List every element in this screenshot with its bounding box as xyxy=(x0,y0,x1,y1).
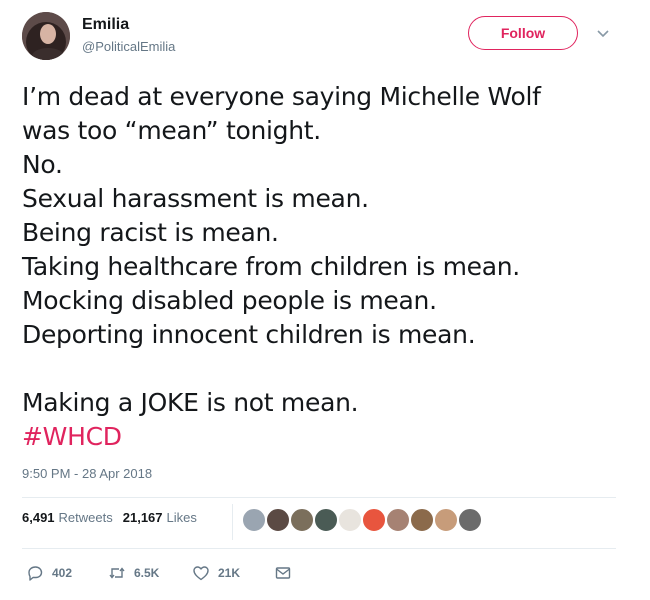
tweet-text-line: I’m dead at everyone saying Michelle Wol… xyxy=(22,82,541,111)
follow-button[interactable]: Follow xyxy=(468,16,578,50)
reply-count: 402 xyxy=(52,566,73,580)
likes-label: Likes xyxy=(166,510,197,525)
retweets-stat[interactable]: 6,491 Retweets xyxy=(22,510,113,525)
retweet-action[interactable]: 6.5K xyxy=(108,562,159,584)
tweet-text-line: Making a JOKE is not mean. xyxy=(22,388,359,417)
like-action[interactable]: 21K xyxy=(192,562,240,584)
retweet-icon xyxy=(109,567,125,579)
liker-avatar[interactable] xyxy=(338,508,362,532)
liker-avatar[interactable] xyxy=(386,508,410,532)
tweet-card: Emilia @PoliticalEmilia Follow I’m dead … xyxy=(0,0,650,600)
stats-separator xyxy=(232,504,233,540)
liker-avatar[interactable] xyxy=(410,508,434,532)
tweet-text-line: Deporting innocent children is mean. xyxy=(22,320,476,349)
tweet-text-line: Taking healthcare from children is mean. xyxy=(22,252,520,281)
display-name[interactable]: Emilia xyxy=(82,16,129,34)
tweet-text-line: was too “mean” tonight. xyxy=(22,116,321,145)
chevron-down-icon[interactable] xyxy=(596,26,610,40)
liker-avatar[interactable] xyxy=(242,508,266,532)
tweet-text-line: No. xyxy=(22,150,63,179)
divider xyxy=(22,497,616,498)
tweet-text-line: Sexual harassment is mean. xyxy=(22,184,369,213)
liker-avatar[interactable] xyxy=(362,508,386,532)
avatar[interactable] xyxy=(22,12,70,60)
likes-stat[interactable]: 21,167 Likes xyxy=(123,510,197,525)
hashtag-link[interactable]: #WHCD xyxy=(22,420,622,454)
heart-icon xyxy=(193,566,209,581)
likes-count: 21,167 xyxy=(122,510,163,525)
retweets-label: Retweets xyxy=(58,510,113,525)
reply-action[interactable]: 402 xyxy=(26,562,72,584)
tweet-text: I’m dead at everyone saying Michelle Wol… xyxy=(22,80,622,454)
like-count: 21K xyxy=(218,566,241,580)
tweet-text-line: Mocking disabled people is mean. xyxy=(22,286,437,315)
liker-avatar[interactable] xyxy=(290,508,314,532)
retweet-count: 6.5K xyxy=(134,566,160,580)
tweet-stats: 6,491 Retweets 21,167 Likes xyxy=(22,510,207,525)
liker-avatar[interactable] xyxy=(266,508,290,532)
tweet-timestamp[interactable]: 9:50 PM - 28 Apr 2018 xyxy=(22,466,152,481)
liker-avatar[interactable] xyxy=(458,508,482,532)
user-handle[interactable]: @PoliticalEmilia xyxy=(82,39,175,54)
liker-avatar[interactable] xyxy=(434,508,458,532)
envelope-icon xyxy=(275,567,291,579)
retweets-count: 6,491 xyxy=(22,510,55,525)
liker-avatar[interactable] xyxy=(314,508,338,532)
divider xyxy=(22,548,616,549)
reply-icon xyxy=(28,566,43,581)
tweet-text-line: Being racist is mean. xyxy=(22,218,279,247)
direct-message-action[interactable] xyxy=(274,562,300,584)
